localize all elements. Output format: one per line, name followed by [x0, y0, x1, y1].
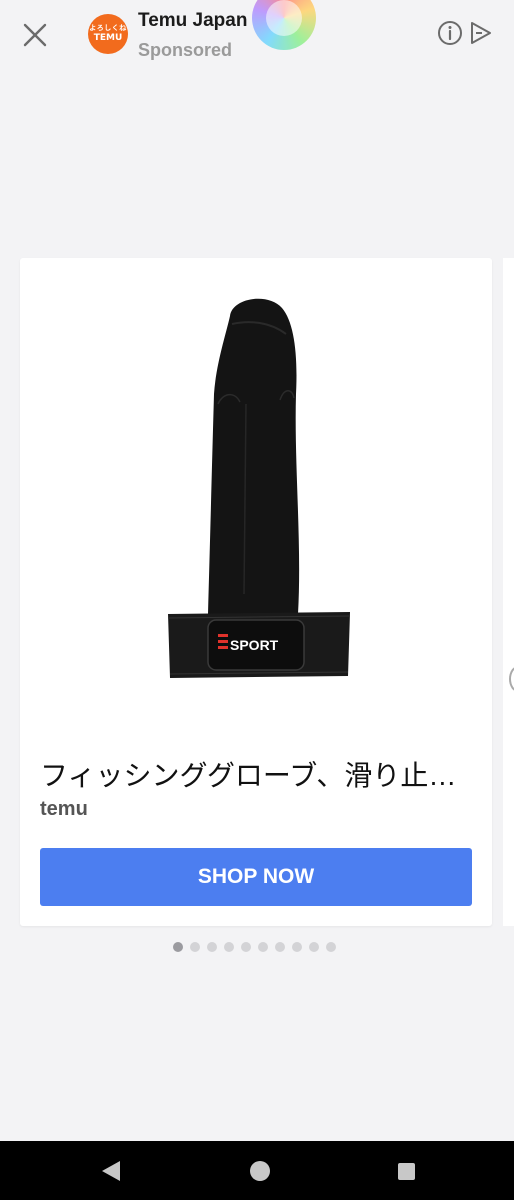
- ad-screen: よろしくね TEMU Temu Japan Sponsored SPORT フィ…: [0, 0, 514, 1200]
- pagination-dot[interactable]: [258, 942, 268, 952]
- product-card[interactable]: SPORT フィッシンググローブ、滑り止… temu SHOP NOW: [20, 258, 492, 926]
- brand-logo-line1: よろしくね: [89, 24, 127, 32]
- adchoices-icon[interactable]: [468, 20, 494, 46]
- product-image-brand-label: SPORT: [230, 637, 279, 653]
- brand-logo[interactable]: よろしくね TEMU: [88, 14, 128, 54]
- shop-now-button[interactable]: SHOP NOW: [40, 848, 472, 906]
- pagination-dot[interactable]: [173, 942, 183, 952]
- brand-logo-line2: TEMU: [93, 33, 123, 43]
- pagination-dot[interactable]: [292, 942, 302, 952]
- carousel-pagination: [173, 942, 336, 952]
- home-circle-icon[interactable]: [249, 1160, 271, 1182]
- pagination-dot[interactable]: [275, 942, 285, 952]
- system-navigation-bar: [0, 1141, 514, 1200]
- floating-assistive-bubble[interactable]: [252, 0, 316, 50]
- next-card-image-edge-icon: [509, 666, 514, 692]
- pagination-dot[interactable]: [241, 942, 251, 952]
- next-product-card-peek[interactable]: [503, 258, 514, 926]
- pagination-dot[interactable]: [224, 942, 234, 952]
- sponsored-label: Sponsored: [138, 40, 233, 60]
- pagination-dot[interactable]: [190, 942, 200, 952]
- info-icon[interactable]: [437, 20, 463, 46]
- pagination-dot[interactable]: [309, 942, 319, 952]
- product-source: temu: [40, 798, 88, 820]
- recent-apps-icon[interactable]: [397, 1162, 416, 1181]
- product-title[interactable]: フィッシンググローブ、滑り止…: [40, 754, 472, 794]
- back-triangle-icon[interactable]: [100, 1159, 122, 1183]
- pagination-dot[interactable]: [326, 942, 336, 952]
- brand-name[interactable]: Temu Japan: [138, 10, 247, 32]
- product-image-finger-glove[interactable]: SPORT: [160, 294, 360, 684]
- close-icon[interactable]: [18, 18, 52, 52]
- pagination-dot[interactable]: [207, 942, 217, 952]
